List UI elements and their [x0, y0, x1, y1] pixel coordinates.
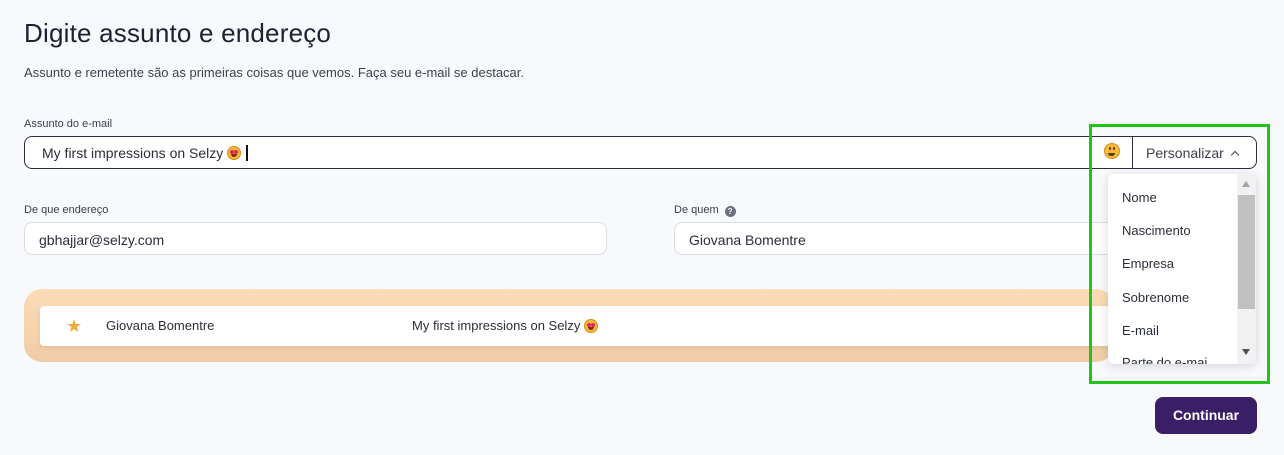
star-icon: ★ — [66, 316, 83, 336]
smiley-icon[interactable] — [1104, 143, 1120, 159]
personalize-dropdown: Nome Nascimento Empresa Sobrenome E-mail… — [1108, 174, 1256, 364]
scroll-up-icon[interactable] — [1242, 181, 1250, 187]
menu-item-parte-do-email[interactable]: Parte do e-mai — [1122, 355, 1207, 364]
heart-eyes-emoji-icon — [227, 146, 242, 160]
scrollbar-thumb[interactable] — [1238, 195, 1255, 309]
from-name-label-wrap: De quem? — [674, 204, 736, 217]
continue-button[interactable]: Continuar — [1155, 397, 1257, 434]
from-name-value: Giovana Bomentre — [689, 232, 806, 248]
preview-subject-wrap: My first impressions on Selzy — [412, 318, 599, 333]
heart-eyes-emoji-icon — [584, 318, 599, 333]
menu-item-nome[interactable]: Nome — [1122, 190, 1157, 205]
divider — [1132, 137, 1133, 168]
menu-item-nascimento[interactable]: Nascimento — [1122, 223, 1191, 238]
menu-item-sobrenome[interactable]: Sobrenome — [1122, 290, 1189, 305]
menu-item-email[interactable]: E-mail — [1122, 323, 1159, 338]
from-address-input[interactable]: gbhajjar@selzy.com — [24, 222, 607, 255]
from-name-label: De quem — [674, 204, 719, 216]
menu-item-empresa[interactable]: Empresa — [1122, 256, 1174, 271]
personalize-label: Personalizar — [1146, 145, 1224, 161]
from-address-label: De que endereço — [24, 204, 109, 216]
subject-value: My first impressions on Selzy — [42, 145, 224, 161]
subject-label: Assunto do e-mail — [24, 118, 113, 130]
text-cursor — [246, 145, 249, 161]
page-subtitle: Assunto e remetente são as primeiras coi… — [24, 65, 525, 80]
page-title: Digite assunto e endereço — [24, 18, 332, 48]
question-icon[interactable]: ? — [724, 206, 736, 217]
preview-sender: Giovana Bomentre — [106, 318, 215, 333]
from-address-value: gbhajjar@selzy.com — [39, 232, 165, 248]
chevron-up-icon — [1230, 150, 1240, 159]
subject-input[interactable]: My first impressions on Selzy — [24, 136, 1257, 169]
personalize-button[interactable]: Personalizar — [1146, 145, 1240, 161]
preview-subject: My first impressions on Selzy — [412, 318, 581, 333]
from-name-input[interactable]: Giovana Bomentre — [674, 222, 1114, 255]
scroll-down-icon[interactable] — [1242, 349, 1250, 355]
